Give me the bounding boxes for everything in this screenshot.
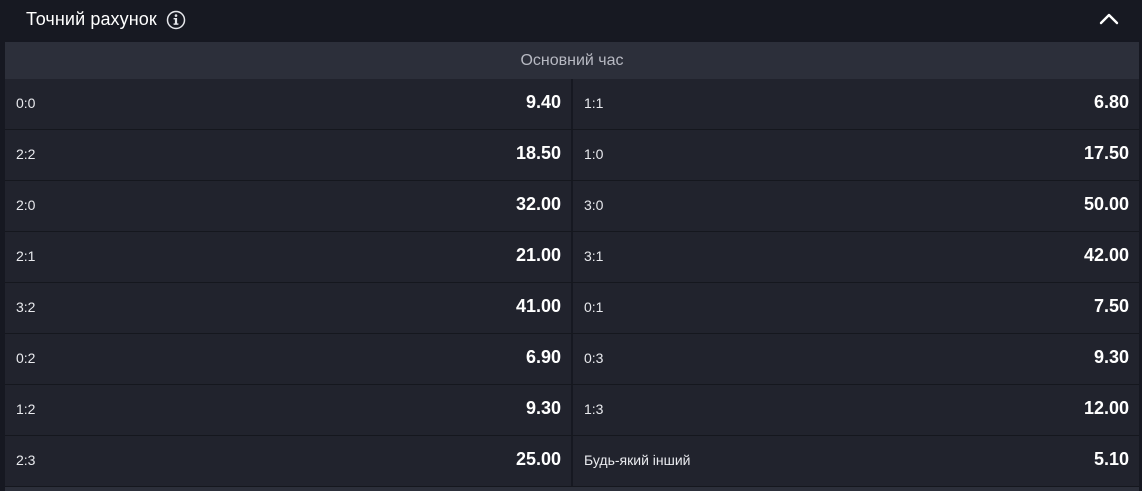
- outcome-odds: 12.00: [1083, 398, 1129, 418]
- outcomes-grid: 0:0 9.40 1:1 6.80 2:2 18.50 1:0 17.50 2:…: [5, 79, 1139, 487]
- outcome-label: 0:3: [584, 350, 604, 366]
- outcome-label: 3:1: [584, 248, 604, 264]
- outcome-label: 3:2: [16, 299, 36, 315]
- outcome-odds: 32.00: [515, 194, 561, 214]
- outcome-odds: 25.00: [515, 449, 561, 469]
- period-label: Основний час: [5, 42, 1139, 79]
- outcome-button[interactable]: 1:1 6.80: [573, 79, 1139, 129]
- outcome-odds: 5.10: [1093, 449, 1129, 469]
- outcome-odds: 18.50: [515, 143, 561, 163]
- outcome-button[interactable]: 3:0 50.00: [573, 181, 1139, 231]
- outcome-label: 2:2: [16, 146, 36, 162]
- outcome-button[interactable]: 0:0 9.40: [5, 79, 571, 129]
- outcome-label: 0:0: [16, 95, 36, 111]
- outcome-button[interactable]: 2:0 32.00: [5, 181, 571, 231]
- outcome-button[interactable]: 1:0 17.50: [573, 130, 1139, 180]
- outcome-label: 2:3: [16, 452, 36, 468]
- outcome-odds: 41.00: [515, 296, 561, 316]
- outcome-row: 1:2 9.30 1:3 12.00: [5, 385, 1139, 436]
- outcome-row: 2:0 32.00 3:0 50.00: [5, 181, 1139, 232]
- outcome-row: 2:2 18.50 1:0 17.50: [5, 130, 1139, 181]
- outcome-button[interactable]: 0:3 9.30: [573, 334, 1139, 384]
- outcome-odds: 17.50: [1083, 143, 1129, 163]
- panel-bottom-strip: [5, 487, 1139, 491]
- outcome-label: Будь-який інший: [584, 452, 691, 468]
- outcome-label: 2:1: [16, 248, 36, 264]
- outcome-button[interactable]: 2:2 18.50: [5, 130, 571, 180]
- outcome-odds: 21.00: [515, 245, 561, 265]
- outcome-label: 0:2: [16, 350, 36, 366]
- market-header[interactable]: Точний рахунок: [0, 0, 1142, 40]
- outcome-button[interactable]: 2:1 21.00: [5, 232, 571, 282]
- chevron-up-icon[interactable]: [1098, 10, 1120, 28]
- outcome-odds: 6.90: [525, 347, 561, 367]
- outcome-row: 2:3 25.00 Будь-який інший 5.10: [5, 436, 1139, 487]
- outcome-label: 0:1: [584, 299, 604, 315]
- outcome-row: 0:0 9.40 1:1 6.80: [5, 79, 1139, 130]
- outcome-label: 1:0: [584, 146, 604, 162]
- outcome-button[interactable]: 0:1 7.50: [573, 283, 1139, 333]
- outcome-button[interactable]: 0:2 6.90: [5, 334, 571, 384]
- outcome-label: 1:2: [16, 401, 36, 417]
- outcome-button[interactable]: Будь-який інший 5.10: [573, 436, 1139, 486]
- outcome-label: 2:0: [16, 197, 36, 213]
- outcome-odds: 7.50: [1093, 296, 1129, 316]
- outcome-odds: 9.30: [1093, 347, 1129, 367]
- outcome-odds: 50.00: [1083, 194, 1129, 214]
- outcome-odds: 9.30: [525, 398, 561, 418]
- outcome-odds: 9.40: [525, 92, 561, 112]
- outcome-row: 3:2 41.00 0:1 7.50: [5, 283, 1139, 334]
- outcome-button[interactable]: 3:2 41.00: [5, 283, 571, 333]
- outcome-odds: 6.80: [1093, 92, 1129, 112]
- outcome-label: 1:3: [584, 401, 604, 417]
- outcome-button[interactable]: 3:1 42.00: [573, 232, 1139, 282]
- outcome-row: 2:1 21.00 3:1 42.00: [5, 232, 1139, 283]
- outcome-label: 1:1: [584, 95, 604, 111]
- exact-score-market: Точний рахунок Основний час 0:0 9.40 1:1…: [0, 0, 1142, 491]
- outcome-row: 0:2 6.90 0:3 9.30: [5, 334, 1139, 385]
- outcome-button[interactable]: 1:3 12.00: [573, 385, 1139, 435]
- outcome-label: 3:0: [584, 197, 604, 213]
- market-title: Точний рахунок: [26, 9, 157, 29]
- outcome-odds: 42.00: [1083, 245, 1129, 265]
- outcome-button[interactable]: 1:2 9.30: [5, 385, 571, 435]
- info-icon[interactable]: [166, 10, 186, 30]
- outcome-button[interactable]: 2:3 25.00: [5, 436, 571, 486]
